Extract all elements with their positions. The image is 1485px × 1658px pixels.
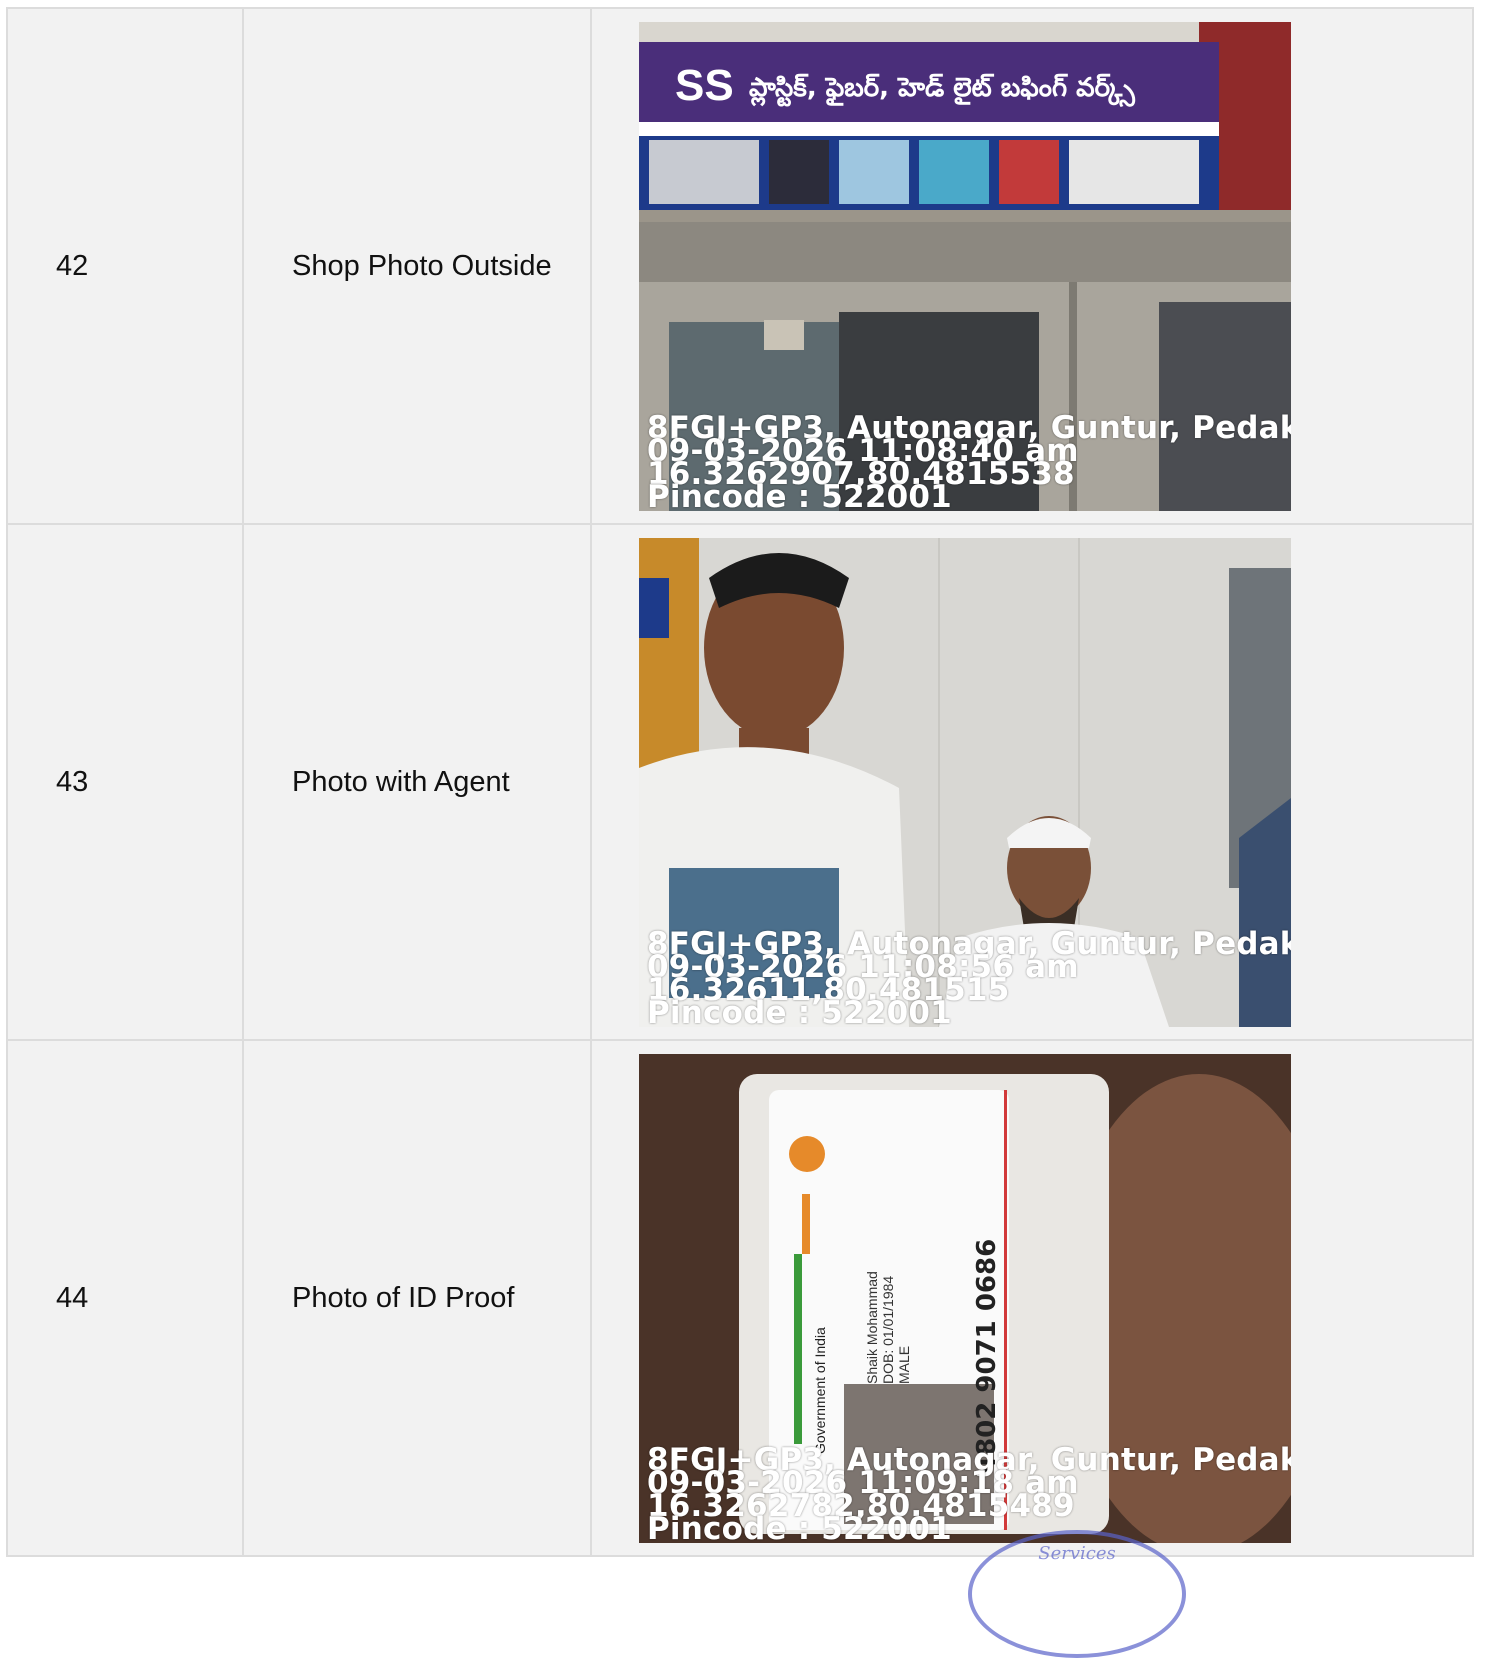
row-number: 44	[6, 1039, 244, 1557]
verification-photo-table: 42 Shop Photo Outside SS ప్లాస్టిక్, ఫైబ…	[6, 7, 1474, 1557]
table-row: 42 Shop Photo Outside SS ప్లాస్టిక్, ఫైబ…	[6, 7, 1474, 525]
table-row: 44 Photo of ID Proof 4802 9071 0686 Shai…	[6, 1039, 1474, 1557]
geo-stamp: 8FGJ+GP3, Autonagar, Guntur, Pedakakani,…	[647, 1444, 1291, 1543]
seal-text: Services	[1038, 1543, 1116, 1564]
table-row: 43 Photo with Agent 8FGJ+GP3, Autonagar,…	[6, 523, 1474, 1041]
id-card-number: 4802 9071 0686	[972, 1238, 1002, 1473]
id-card-gender: MALE	[896, 1345, 912, 1383]
row-label: Photo of ID Proof	[242, 1039, 592, 1557]
company-seal-stamp: Services	[968, 1530, 1186, 1658]
geo-stamp: 8FGJ+GP3, Autonagar, Guntur, Pedakakani,…	[647, 928, 1291, 1027]
row-label: Photo with Agent	[242, 523, 592, 1041]
agent-photo[interactable]: 8FGJ+GP3, Autonagar, Guntur, Pedakakani,…	[639, 537, 1291, 1027]
shop-outside-photo[interactable]: SS ప్లాస్టిక్, ఫైబర్, హెడ్ లైట్ బఫింగ్ వ…	[639, 21, 1291, 511]
geo-stamp: 8FGJ+GP3, Autonagar, Guntur, Pedakakani,…	[647, 412, 1291, 511]
id-card-name: Shaik Mohammad	[864, 1271, 880, 1384]
row-number: 42	[6, 7, 244, 525]
id-proof-photo[interactable]: 4802 9071 0686 Shaik Mohammad DOB: 01/01…	[639, 1053, 1291, 1543]
shop-sign-text: ప్లాస్టిక్, ఫైబర్, హెడ్ లైట్ బఫింగ్ వర్క…	[749, 73, 1135, 108]
photo-cell: 4802 9071 0686 Shaik Mohammad DOB: 01/01…	[590, 1039, 1474, 1557]
photo-cell: SS ప్లాస్టిక్, ఫైబర్, హెడ్ లైట్ బఫింగ్ వ…	[590, 7, 1474, 525]
id-card-dob: DOB: 01/01/1984	[880, 1275, 896, 1383]
row-number: 43	[6, 523, 244, 1041]
row-label: Shop Photo Outside	[242, 7, 592, 525]
photo-cell: 8FGJ+GP3, Autonagar, Guntur, Pedakakani,…	[590, 523, 1474, 1041]
shop-sign-logo: SS	[675, 61, 734, 110]
id-card-issuer: Government of India	[812, 1326, 828, 1453]
